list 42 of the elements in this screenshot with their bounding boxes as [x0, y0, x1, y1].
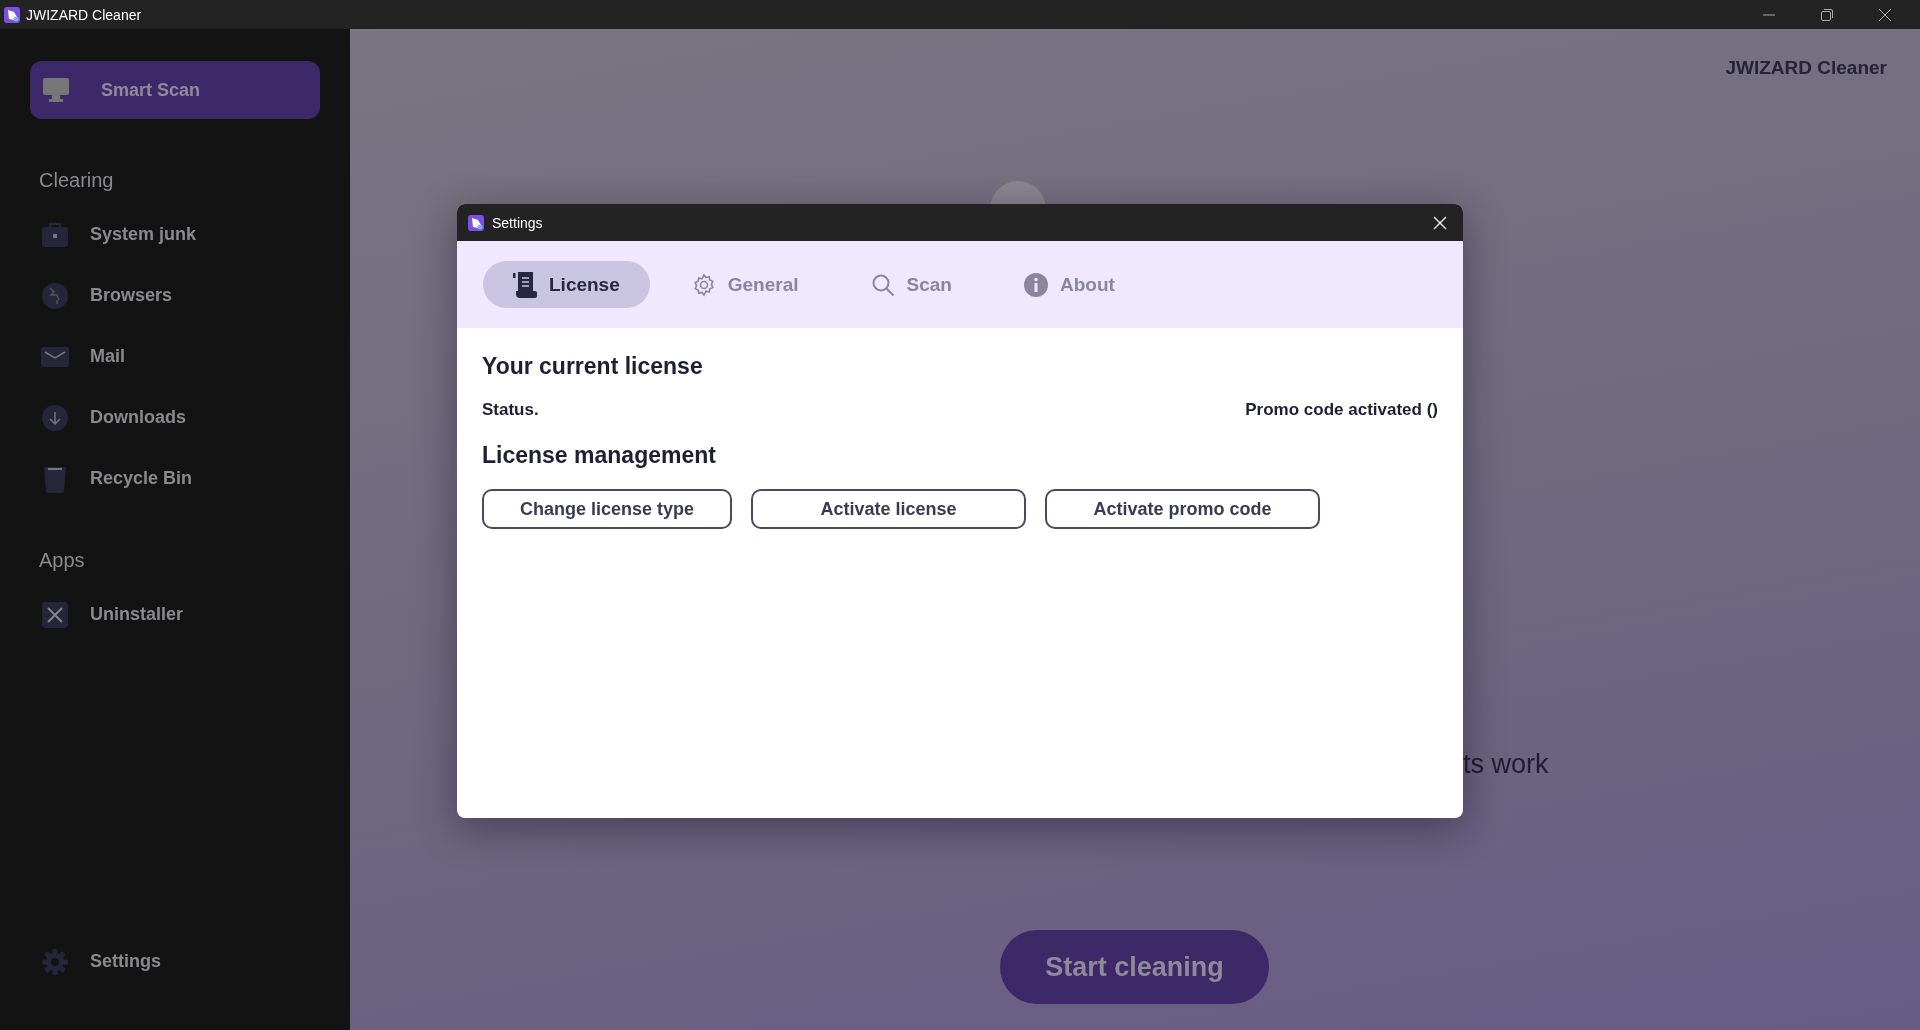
trash-icon	[43, 464, 67, 493]
status-value: Promo code activated ()	[1245, 400, 1438, 420]
action-button[interactable]: Activate license	[751, 489, 1026, 529]
tab[interactable]: General	[661, 261, 829, 308]
brand-title: JWIZARD Cleaner	[1725, 57, 1887, 79]
monitor-icon	[43, 78, 69, 102]
action-button[interactable]: Activate promo code	[1045, 489, 1320, 529]
download-icon	[41, 403, 69, 432]
section-heading: Apps	[39, 549, 86, 572]
tab[interactable]: License	[483, 261, 650, 308]
cross-icon	[42, 601, 68, 628]
tab[interactable]: About	[993, 261, 1145, 308]
sidebar-item[interactable]: Settings	[30, 931, 320, 992]
envelope-icon	[41, 346, 69, 367]
sidebar-item[interactable]: Downloads	[30, 387, 320, 448]
action-button[interactable]: Change license type	[482, 489, 732, 529]
gear-icon	[41, 947, 69, 976]
sidebar-item[interactable]: Smart Scan	[30, 61, 320, 119]
globe-icon	[41, 281, 69, 310]
briefcase-icon	[41, 221, 69, 248]
start-cleaning-button[interactable]: Start cleaning	[1000, 930, 1269, 1004]
sidebar-item[interactable]: Uninstaller	[30, 584, 320, 645]
close-icon[interactable]	[1879, 8, 1891, 21]
sidebar-item[interactable]: System junk	[30, 204, 320, 265]
restore-icon[interactable]	[1821, 8, 1833, 21]
status-label: Status.	[482, 400, 539, 420]
info-icon	[1023, 272, 1048, 297]
tab[interactable]: Scan	[840, 261, 982, 308]
gear-icon	[691, 272, 716, 297]
window-title: JWIZARD Cleaner	[26, 6, 143, 23]
sidebar-item[interactable]: Mail	[30, 326, 320, 387]
status-message: ts work	[1463, 749, 1549, 780]
search-icon	[870, 272, 895, 297]
section-heading: Your current license	[482, 353, 704, 380]
sidebar-item[interactable]: Recycle Bin	[30, 448, 320, 509]
scroll-icon	[513, 271, 537, 298]
dialog-title: Settings	[492, 214, 544, 231]
sidebar-item[interactable]: Browsers	[30, 265, 320, 326]
app-logo-icon	[468, 214, 484, 231]
section-heading: Clearing	[39, 169, 115, 192]
app-logo-icon	[4, 6, 20, 23]
section-heading: License management	[482, 442, 717, 469]
